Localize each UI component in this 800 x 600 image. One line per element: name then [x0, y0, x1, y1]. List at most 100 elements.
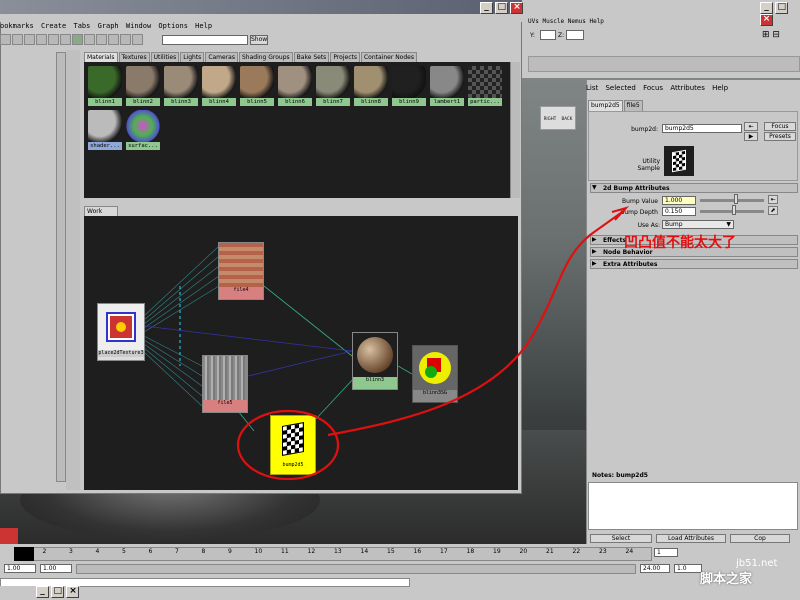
material-swatch[interactable]: blinn9: [392, 66, 426, 106]
minimize-icon[interactable]: _: [760, 2, 773, 14]
timeline-tick: 6: [148, 548, 153, 555]
focus-button[interactable]: Focus: [764, 122, 796, 131]
toolbar-layout2-icon[interactable]: [120, 34, 131, 45]
hs-menu-create[interactable]: Create: [41, 22, 66, 30]
hs-maximize-icon[interactable]: □: [495, 2, 509, 14]
material-swatch[interactable]: blinn7: [316, 66, 350, 106]
toolbar-rearrange-icon[interactable]: [24, 34, 35, 45]
bump-value-field[interactable]: 1.000: [662, 196, 696, 205]
range-start-field[interactable]: 1.00: [4, 564, 36, 573]
material-swatch[interactable]: blinn2: [126, 66, 160, 106]
maximize-icon[interactable]: □: [775, 2, 789, 14]
bump-depth-field[interactable]: 0.150: [662, 207, 696, 216]
viewcube[interactable]: RIGHT BACK: [540, 106, 576, 130]
range-end2-field[interactable]: 1.0: [674, 564, 702, 573]
ae-menu-selected[interactable]: Selected: [605, 84, 635, 92]
menu-muscle[interactable]: Muscle: [542, 18, 564, 25]
bump-value-slider[interactable]: [700, 199, 764, 202]
hs-create-bar[interactable]: [66, 50, 80, 490]
hypershade-titlebar[interactable]: [0, 0, 522, 14]
hs-search-input[interactable]: [162, 35, 248, 45]
close-icon[interactable]: ×: [760, 14, 773, 26]
material-swatch[interactable]: surfac...: [126, 110, 160, 150]
toolbar-layout-icon[interactable]: [108, 34, 119, 45]
task-minimize-icon[interactable]: _: [36, 586, 49, 598]
hs-left-scrollbar[interactable]: [56, 52, 66, 482]
toolbar-layout3-icon[interactable]: [132, 34, 143, 45]
hs-menu-tabs[interactable]: Tabs: [73, 22, 90, 30]
material-swatch[interactable]: partic...: [468, 66, 502, 106]
ae-tab-file5[interactable]: file5: [623, 100, 643, 111]
tab-bake-sets[interactable]: Bake Sets: [293, 52, 330, 62]
tab-textures[interactable]: Textures: [118, 52, 150, 62]
hs-menu-graph[interactable]: Graph: [98, 22, 119, 30]
tab-materials[interactable]: Materials: [84, 52, 118, 62]
toolbar-forward-icon[interactable]: [48, 34, 59, 45]
hs-close-icon[interactable]: ×: [510, 2, 524, 14]
tab-shading-groups[interactable]: Shading Groups: [238, 52, 293, 62]
toolbar-input-icon[interactable]: [60, 34, 71, 45]
timeline-tick: 1: [16, 548, 20, 555]
bump-depth-handle[interactable]: [732, 205, 736, 215]
load-attributes-button[interactable]: Load Attributes: [656, 534, 726, 543]
goto-input-icon[interactable]: ⇤: [744, 122, 758, 131]
material-swatch[interactable]: lambert1: [430, 66, 464, 106]
toolbar-back-icon[interactable]: [36, 34, 47, 45]
tab-cameras[interactable]: Cameras: [205, 52, 238, 62]
z-field[interactable]: [566, 30, 584, 40]
bump-value-handle[interactable]: [734, 194, 738, 204]
bump-depth-map-icon[interactable]: ⬈: [768, 206, 778, 215]
tab-projects[interactable]: Projects: [330, 52, 360, 62]
ae-menu-focus[interactable]: Focus: [643, 84, 663, 92]
tab-container-nodes[interactable]: Container Nodes: [360, 52, 417, 62]
hs-menu-options[interactable]: Options: [158, 22, 188, 30]
hs-minimize-icon[interactable]: _: [480, 2, 493, 14]
material-swatch[interactable]: shader...: [88, 110, 122, 150]
show-button[interactable]: Show: [250, 35, 268, 45]
material-swatch[interactable]: blinn3: [164, 66, 198, 106]
material-swatch[interactable]: blinn4: [202, 66, 236, 106]
menu-nemus[interactable]: Nemus: [568, 18, 586, 25]
toolbar-io-icon[interactable]: [72, 34, 83, 45]
task-close-icon[interactable]: ×: [66, 586, 80, 598]
hs-menu-window[interactable]: Window: [126, 22, 151, 30]
tab-utilities[interactable]: Utilities: [150, 52, 180, 62]
bump-value-map-icon[interactable]: ⇤: [768, 195, 778, 204]
ae-menu-list[interactable]: List: [586, 84, 598, 92]
hs-menu-bookmarks[interactable]: ookmarks: [0, 22, 34, 30]
layout-icons[interactable]: ⊞ ⊟: [762, 30, 798, 42]
range-end-field[interactable]: 24.00: [640, 564, 670, 573]
range-slider[interactable]: [76, 564, 636, 574]
toolbar-graph-icon[interactable]: [12, 34, 23, 45]
node-place2dtexture[interactable]: place2dTexture3: [97, 303, 145, 361]
ae-menu-attributes[interactable]: Attributes: [670, 84, 705, 92]
material-swatch[interactable]: blinn8: [354, 66, 388, 106]
toolbar-arrow-icon[interactable]: [0, 34, 11, 45]
tab-work-area[interactable]: Work Area: [84, 206, 118, 224]
ae-menu-help[interactable]: Help: [712, 84, 728, 92]
toolbar-output-icon[interactable]: [84, 34, 95, 45]
select-button[interactable]: Select: [590, 534, 652, 543]
toolbar-clear-icon[interactable]: [96, 34, 107, 45]
copy-tab-button[interactable]: Cop: [730, 534, 790, 543]
tab-lights[interactable]: Lights: [180, 52, 205, 62]
material-swatch[interactable]: blinn6: [278, 66, 312, 106]
range-start2-field[interactable]: 1.00: [40, 564, 72, 573]
goto-output-icon[interactable]: ▶: [744, 132, 758, 141]
presets-button[interactable]: Presets: [764, 132, 796, 141]
shelf-bar[interactable]: [528, 56, 800, 72]
material-swatch[interactable]: blinn1: [88, 66, 122, 106]
materials-scrollbar[interactable]: [510, 62, 520, 198]
y-field[interactable]: [540, 30, 556, 40]
material-swatch[interactable]: blinn5: [240, 66, 274, 106]
task-restore-icon[interactable]: □: [51, 586, 65, 598]
material-label: lambert1: [430, 98, 464, 106]
ae-tab-bump2d5[interactable]: bump2d5: [588, 100, 623, 111]
menu-uvs[interactable]: UVs: [528, 18, 539, 25]
current-frame-field[interactable]: 1: [654, 548, 678, 557]
menu-help[interactable]: Help: [589, 18, 603, 25]
hs-menu-help[interactable]: Help: [195, 22, 212, 30]
timeline-tick: 8: [201, 548, 206, 555]
node-name-field[interactable]: bump2d5: [662, 124, 742, 133]
use-as-dropdown[interactable]: Bump ▼: [662, 220, 734, 229]
